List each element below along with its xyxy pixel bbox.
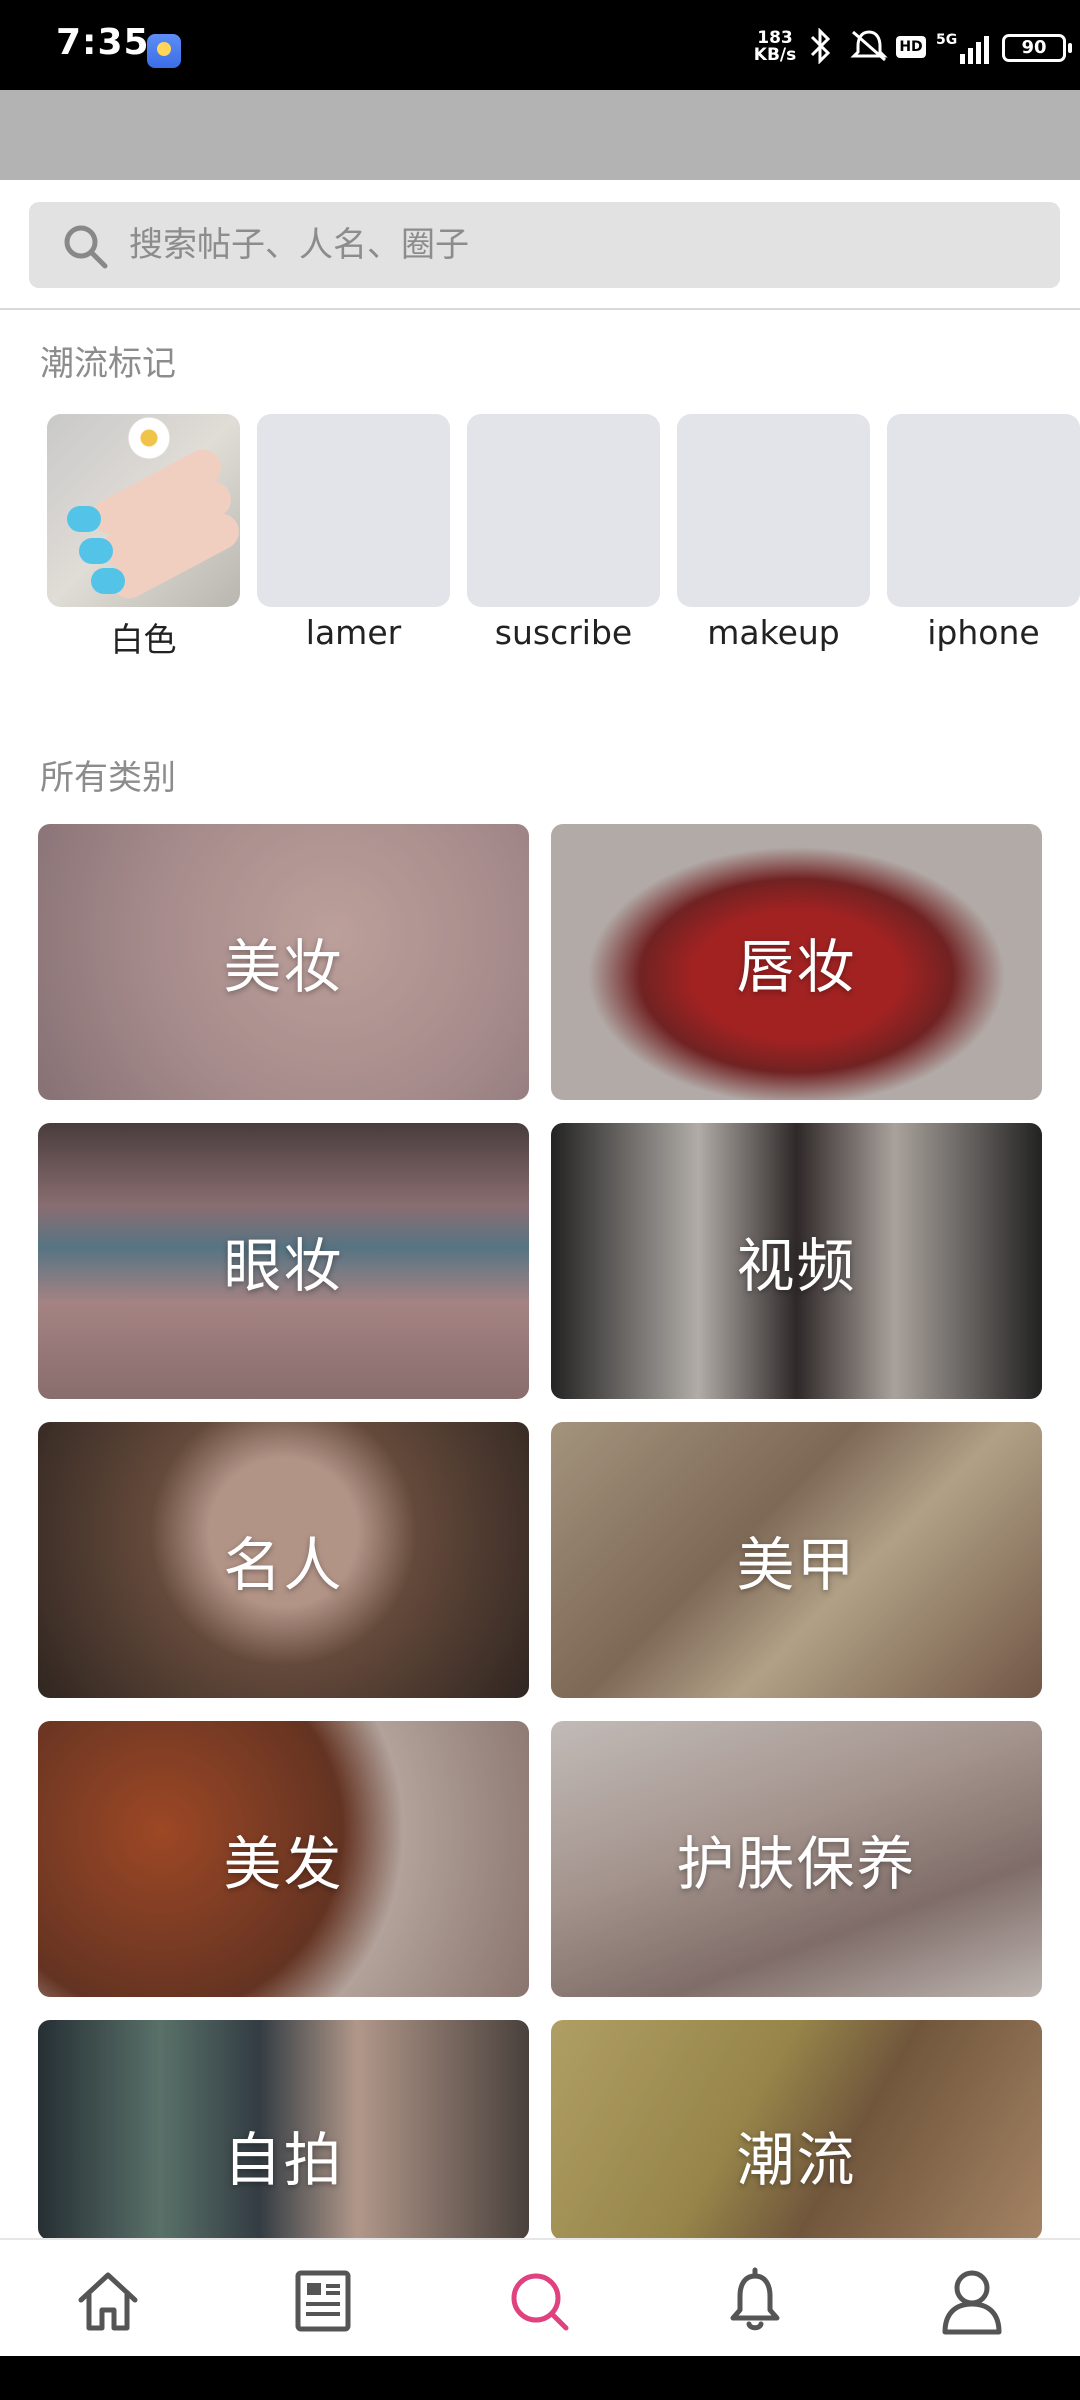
category-label: 唇妆 (736, 933, 857, 1001)
nail-photo (47, 414, 240, 607)
search-icon (511, 2273, 569, 2331)
nav-home[interactable] (73, 2266, 143, 2336)
search-bar[interactable] (29, 202, 1060, 288)
category-label: 美发 (223, 1830, 344, 1898)
flower-decoration (127, 416, 171, 460)
tag-label: lamer (305, 613, 402, 652)
net-speed-unit: KB/s (753, 45, 797, 65)
gallery-app-icon (147, 34, 181, 68)
mute-bell-icon (848, 28, 890, 64)
tag-label: makeup (707, 613, 840, 652)
category-label: 眼妆 (223, 1232, 344, 1300)
category-card[interactable]: 护肤保养 (551, 1721, 1042, 1997)
header-strip (0, 90, 1080, 180)
tag-label: suscribe (494, 613, 633, 652)
status-bar: 7:35 183 KB/s HD 5G 90 (0, 0, 1080, 90)
trending-tags-row[interactable]: 白色 lamer suscribe makeup iphone (47, 414, 1080, 659)
bluetooth-icon (808, 27, 834, 73)
category-card[interactable]: 眼妆 (38, 1123, 529, 1399)
category-label: 名人 (223, 1531, 344, 1599)
profile-icon (942, 2270, 1002, 2335)
nav-feed[interactable] (288, 2266, 358, 2336)
category-label: 美甲 (736, 1531, 857, 1599)
category-card[interactable]: 美发 (38, 1721, 529, 1997)
tag-label: iphone (927, 613, 1040, 652)
home-icon (78, 2272, 138, 2331)
tag-thumbnail (887, 414, 1080, 607)
nav-profile[interactable] (937, 2266, 1007, 2336)
battery-icon: 90 (1002, 34, 1072, 62)
bell-icon (730, 2267, 780, 2331)
tag-thumbnail (47, 414, 240, 607)
category-card[interactable]: 自拍 (38, 2020, 529, 2238)
trending-tag[interactable]: lamer (257, 414, 450, 652)
tag-label: 白色 (110, 620, 177, 659)
search-input[interactable] (129, 202, 1029, 288)
category-label: 美妆 (223, 933, 344, 1001)
trending-tag[interactable]: makeup (677, 414, 870, 652)
divider (0, 308, 1080, 310)
category-card[interactable]: 唇妆 (551, 824, 1042, 1100)
explore-page: 潮流标记 白色 lamer suscribe (0, 180, 1080, 2238)
svg-text:5G: 5G (936, 32, 957, 48)
battery-level: 90 (1021, 37, 1047, 58)
trending-section-title: 潮流标记 (40, 344, 176, 384)
feed-icon (295, 2270, 351, 2332)
category-card[interactable]: 名人 (38, 1422, 529, 1698)
category-card[interactable]: 潮流 (551, 2020, 1042, 2238)
trending-tag[interactable]: 白色 (47, 414, 240, 661)
system-nav-bar (0, 2356, 1080, 2400)
category-card[interactable]: 美甲 (551, 1422, 1042, 1698)
categories-section-title: 所有类别 (40, 758, 176, 798)
category-label: 自拍 (223, 2126, 344, 2194)
nav-search[interactable] (504, 2266, 574, 2336)
tag-thumbnail (677, 414, 870, 607)
category-card[interactable]: 视频 (551, 1123, 1042, 1399)
tag-thumbnail (257, 414, 450, 607)
bottom-nav (0, 2238, 1080, 2356)
tag-thumbnail (467, 414, 660, 607)
signal-5g-icon: 5G (934, 30, 994, 66)
search-icon (64, 225, 108, 269)
category-label: 潮流 (736, 2126, 857, 2194)
category-card[interactable]: 美妆 (38, 824, 529, 1100)
category-label: 视频 (736, 1232, 857, 1300)
net-speed: 183 KB/s (750, 30, 800, 64)
nav-notifications[interactable] (720, 2266, 790, 2336)
trending-tag[interactable]: suscribe (467, 414, 660, 652)
status-time: 7:35 (56, 22, 150, 63)
trending-tag[interactable]: iphone (887, 414, 1080, 652)
hd-icon: HD (896, 36, 926, 58)
category-label: 护肤保养 (676, 1830, 917, 1898)
